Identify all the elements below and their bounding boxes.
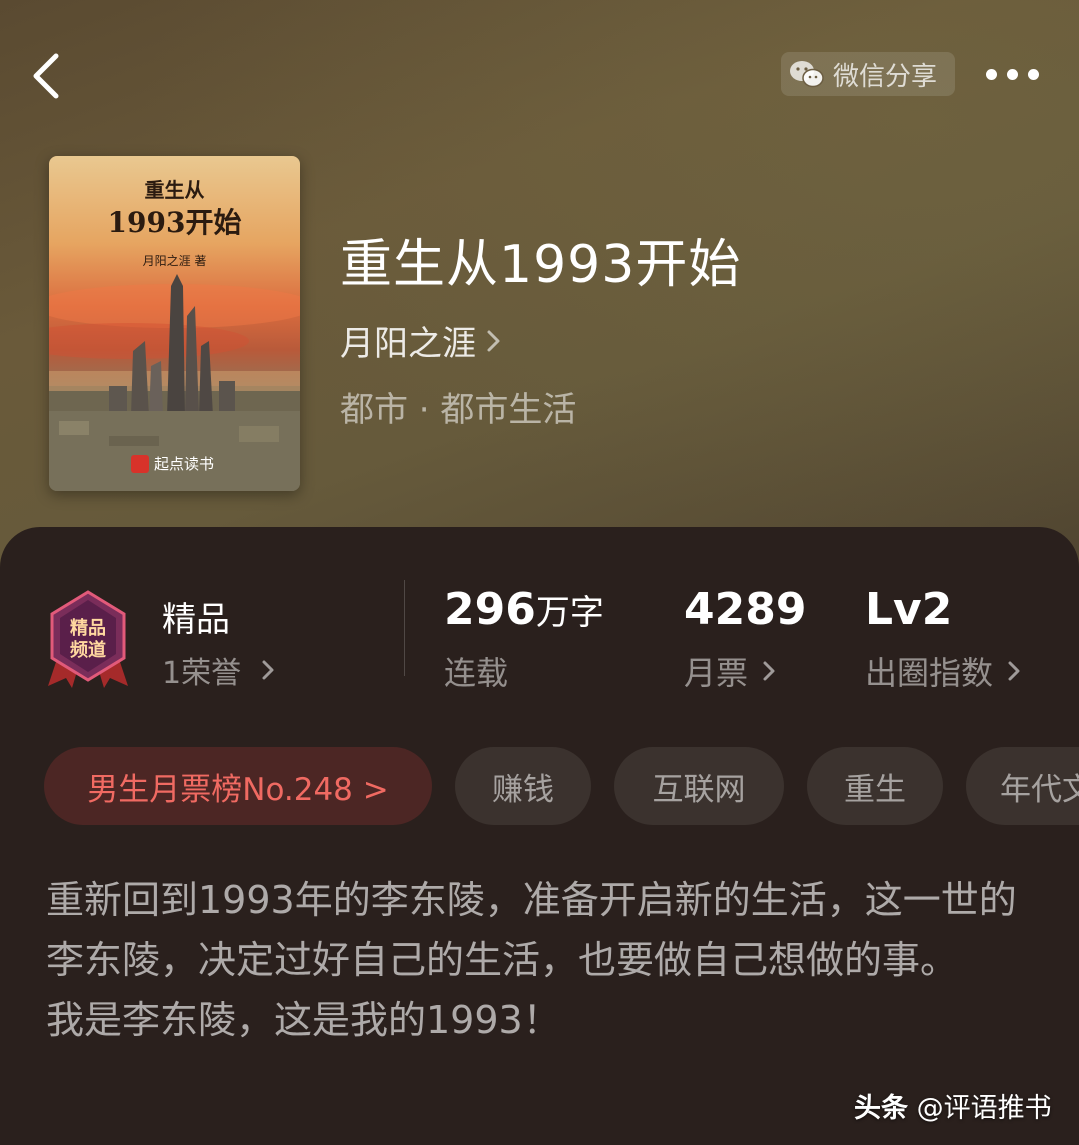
wechat-share-button[interactable]: 微信分享 [781, 52, 955, 96]
premium-channel-badge-icon[interactable]: 精品 频道 [46, 590, 130, 690]
more-icon-dot [1007, 68, 1018, 80]
monthly-ticket-label: 月票 [684, 654, 749, 692]
tag-chip[interactable]: 重生 [807, 747, 943, 825]
word-count-value: 296万字 [444, 584, 604, 635]
badge-line-2: 频道 [70, 639, 106, 661]
book-category: 都市 · 都市生活 [340, 390, 577, 430]
honor-count: 1荣誉 [162, 656, 242, 691]
honor-title: 精品 [162, 600, 230, 640]
share-label: 微信分享 [833, 61, 938, 92]
stats-divider [404, 580, 405, 676]
badge-line-1: 精品 [70, 617, 106, 639]
watermark: 头条 @评语推书 [854, 1086, 1052, 1125]
watermark-handle: @评语推书 [916, 1093, 1052, 1124]
chevron-right-icon [262, 660, 274, 680]
cover-publisher: 起点读书 [131, 453, 214, 474]
more-icon [986, 68, 997, 80]
description-paragraph: 重新回到1993年的李东陵，准备开启新的生活，这一世的李东陵，决定过好自己的生活… [46, 878, 1017, 982]
honor-link[interactable]: 1荣誉 [162, 648, 275, 692]
publisher-name: 起点读书 [154, 455, 215, 473]
monthly-ticket-link[interactable]: 月票 [684, 648, 776, 694]
publisher-logo-icon [131, 454, 149, 473]
popularity-index-label: 出圈指数 [865, 654, 994, 692]
tag-chip[interactable]: 互联网 [614, 747, 784, 825]
popularity-index-link[interactable]: 出圈指数 [865, 648, 1021, 694]
wechat-icon [790, 61, 824, 88]
chevron-right-icon [487, 330, 500, 351]
book-title: 重生从1993开始 [340, 235, 742, 295]
more-button[interactable] [986, 60, 1050, 88]
more-icon-dot [1028, 68, 1039, 80]
book-cover[interactable]: 重生从 1993开始 月阳之涯 著 起点读书 [49, 156, 300, 491]
back-button[interactable] [26, 48, 74, 104]
tag-chip[interactable]: 赚钱 [455, 747, 591, 825]
word-count-unit: 万字 [535, 593, 604, 633]
monthly-ticket-value: 4289 [684, 584, 807, 635]
chevron-right-icon [763, 661, 775, 681]
back-icon [33, 53, 59, 99]
book-description: 重新回到1993年的李东陵，准备开启新的生活，这一世的李东陵，决定过好自己的生活… [46, 870, 1036, 1050]
watermark-brand: 头条 [854, 1093, 908, 1124]
serial-status-label: 连载 [444, 654, 509, 692]
monthly-ticket-rank-chip[interactable]: 男生月票榜No.248 > [44, 747, 432, 825]
tag-chip[interactable]: 年代文 [966, 747, 1079, 825]
chevron-right-icon [1008, 661, 1020, 681]
cover-author: 月阳之涯 著 [142, 254, 207, 268]
author-name: 月阳之涯 [340, 324, 476, 364]
cover-title: 1993开始 [107, 206, 242, 239]
description-paragraph: 我是李东陵，这是我的1993！ [46, 998, 561, 1042]
cover-title-prefix: 重生从 [144, 178, 205, 202]
popularity-level-value: Lv2 [865, 584, 953, 635]
word-count-number: 296 [444, 584, 536, 635]
author-link[interactable]: 月阳之涯 [340, 316, 502, 365]
